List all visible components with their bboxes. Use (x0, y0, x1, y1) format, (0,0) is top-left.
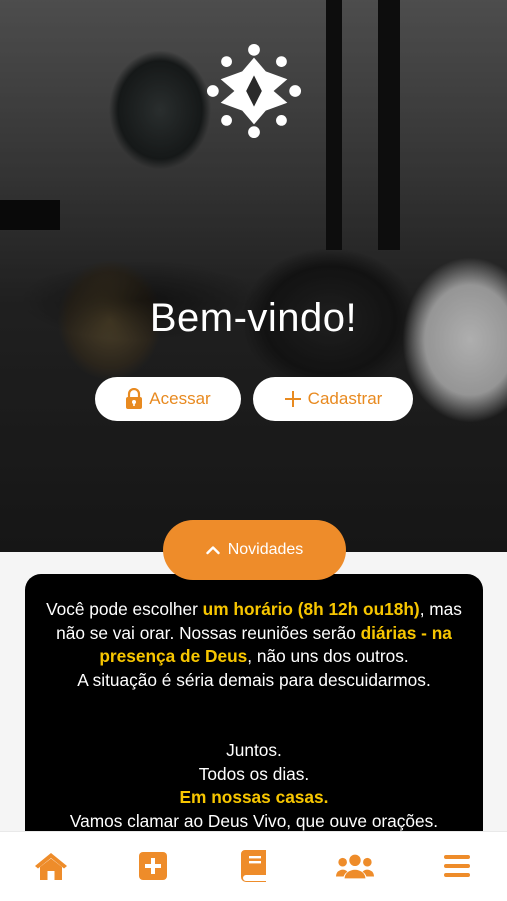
news-toggle-label: Novidades (227, 541, 304, 558)
news-line: Vamos clamar ao Deus Vivo, que ouve oraç… (69, 810, 439, 831)
news-line-highlight: Em nossas casas. (179, 787, 329, 807)
church-logo-icon (206, 43, 302, 139)
menu-icon (444, 855, 470, 877)
chevron-up-icon (205, 546, 220, 555)
plus-icon (284, 391, 301, 407)
login-label: Acessar (149, 389, 211, 408)
plus-square-icon (139, 852, 167, 880)
tab-menu[interactable] (438, 848, 476, 884)
users-icon (336, 854, 374, 879)
bottom-tab-bar (0, 831, 507, 901)
tab-community[interactable] (336, 848, 374, 884)
news-paragraph: Você pode escolher um horário (8h 12h ou… (46, 599, 462, 666)
lock-icon (126, 388, 143, 409)
login-button[interactable]: Acessar (95, 377, 241, 421)
register-button[interactable]: Cadastrar (253, 377, 413, 421)
welcome-title: Bem-vindo! (149, 296, 358, 340)
news-card: Você pode escolher um horário (8h 12h ou… (25, 574, 483, 854)
book-icon (241, 850, 266, 882)
tab-home[interactable] (32, 848, 70, 884)
tab-bible[interactable] (235, 848, 273, 884)
news-line: Juntos. (226, 740, 282, 760)
register-label: Cadastrar (307, 389, 383, 408)
tab-add[interactable] (134, 848, 172, 884)
home-icon (35, 853, 67, 880)
news-toggle-button[interactable]: Novidades (163, 520, 346, 580)
news-line: Todos os dias. (198, 763, 310, 784)
news-paragraph-2: A situação é séria demais para descuidar… (77, 669, 431, 690)
